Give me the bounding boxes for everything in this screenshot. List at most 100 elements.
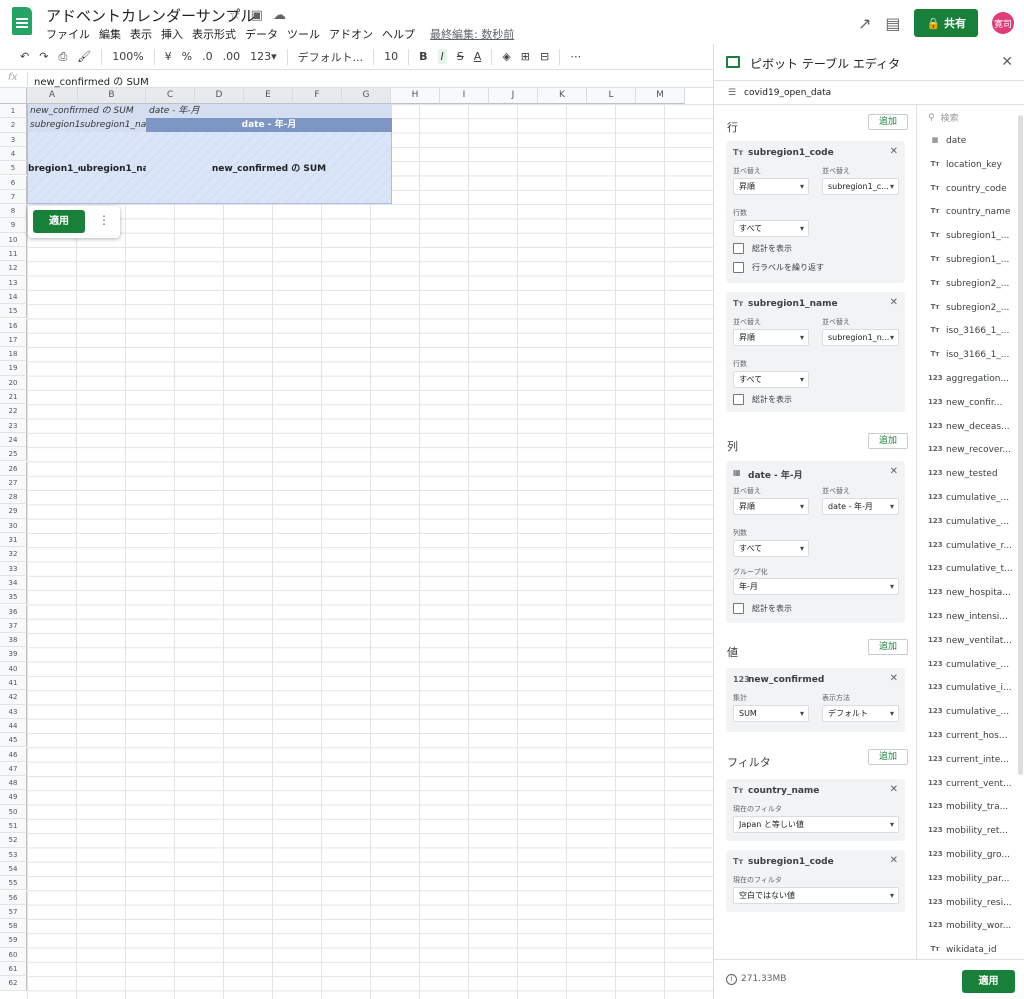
column-header[interactable]: I	[440, 88, 489, 104]
row-header[interactable]: 37	[0, 618, 27, 634]
field-item[interactable]: 123 mobility_resi...	[918, 893, 1018, 916]
bold-button[interactable]: B	[419, 50, 427, 63]
cloud-status-icon[interactable]: ☁	[273, 8, 286, 23]
group-select[interactable]: 年-月	[733, 578, 899, 595]
field-item[interactable]: 123 cumulative_...	[918, 488, 1018, 511]
row-header[interactable]: 33	[0, 561, 27, 576]
cell-area[interactable]	[27, 104, 713, 999]
field-item[interactable]: ▦ date	[918, 131, 1018, 154]
showas-select[interactable]: デフォルト	[822, 705, 899, 722]
field-item[interactable]: Tт location_key	[918, 155, 1018, 178]
percent-format-button[interactable]: %	[182, 50, 192, 63]
menu-edit[interactable]: 編集	[99, 26, 121, 42]
row-header[interactable]: 24	[0, 432, 27, 448]
row-header[interactable]: 49	[0, 790, 27, 805]
row-header[interactable]: 41	[0, 676, 27, 691]
row-header[interactable]: 40	[0, 661, 27, 676]
currency-format-button[interactable]: ¥	[165, 50, 172, 63]
remove-field-icon[interactable]: ✕	[890, 784, 898, 795]
field-item[interactable]: 123 mobility_tra...	[918, 797, 1018, 820]
cell-b2[interactable]: subregion1_name	[80, 118, 146, 132]
field-item[interactable]: Tт subregion2_...	[918, 298, 1018, 321]
more-vert-icon[interactable]: ⋮	[98, 213, 110, 227]
field-item[interactable]: Tт country_name	[918, 202, 1018, 225]
show-totals-checkbox[interactable]: 総計を表示	[733, 394, 792, 405]
cell-a1[interactable]: new_confirmed の SUM	[28, 104, 146, 118]
column-header[interactable]: K	[538, 88, 587, 104]
menu-data[interactable]: データ	[245, 26, 278, 42]
row-header[interactable]: 27	[0, 475, 27, 491]
field-item[interactable]: 123 new_tested	[918, 464, 1018, 487]
row-header[interactable]: 23	[0, 418, 27, 433]
print-icon[interactable]: ⎙	[58, 50, 67, 64]
row-header[interactable]: 60	[0, 947, 27, 962]
row-header[interactable]: 3	[0, 132, 27, 147]
row-header[interactable]: 54	[0, 861, 27, 877]
row-header[interactable]: 51	[0, 819, 27, 834]
row-header[interactable]: 35	[0, 590, 27, 605]
column-header[interactable]: B	[78, 88, 146, 104]
row-header[interactable]: 45	[0, 733, 27, 748]
decrease-decimal-button[interactable]: .0	[202, 50, 213, 63]
remove-field-icon[interactable]: ✕	[890, 855, 898, 866]
field-item[interactable]: 123 cumulative_i...	[918, 678, 1018, 701]
field-item[interactable]: Tт subregion2_...	[918, 274, 1018, 297]
row-header[interactable]: 21	[0, 390, 27, 405]
sortby-select[interactable]: date - 年-月	[822, 498, 899, 515]
remove-field-icon[interactable]: ✕	[890, 466, 898, 477]
select-all-corner[interactable]	[0, 88, 27, 104]
row-header[interactable]: 2	[0, 118, 27, 133]
field-item[interactable]: 123 new_recover...	[918, 440, 1018, 463]
row-header[interactable]: 5	[0, 161, 27, 176]
row-header[interactable]: 10	[0, 232, 27, 247]
field-item[interactable]: 123 current_hos...	[918, 726, 1018, 749]
row-header[interactable]: 56	[0, 890, 27, 905]
column-header[interactable]: C	[146, 88, 195, 104]
field-item[interactable]: 123 aggregation...	[918, 369, 1018, 392]
merge-cells-icon[interactable]: ⊟	[540, 50, 549, 63]
repeat-labels-checkbox[interactable]: 行ラベルを繰り返す	[733, 262, 824, 273]
explore-trend-icon[interactable]: ↗	[858, 14, 871, 33]
row-header[interactable]: 52	[0, 833, 27, 848]
sheets-logo-icon[interactable]	[12, 7, 32, 35]
column-header[interactable]: E	[244, 88, 293, 104]
sheet-grid[interactable]: ABCDEFGHIJKLM 1 2 3 4 5 6 7 8 9 10 11 12 13 14 15 16 17 1…	[0, 88, 713, 999]
row-header[interactable]: 43	[0, 704, 27, 719]
field-item[interactable]: 123 new_confir...	[918, 393, 1018, 416]
row-header[interactable]: 19	[0, 361, 27, 376]
font-family-select[interactable]: デフォルト...	[298, 49, 364, 65]
menu-format[interactable]: 表示形式	[192, 26, 236, 42]
field-search[interactable]: ⚲ 検索	[928, 111, 959, 125]
field-item[interactable]: 123 cumulative_t...	[918, 559, 1018, 582]
row-header[interactable]: 22	[0, 404, 27, 419]
row-header[interactable]: 9	[0, 218, 27, 233]
more-options-icon[interactable]: ⋯	[570, 50, 581, 63]
row-header[interactable]: 57	[0, 904, 27, 920]
row-header[interactable]: 4	[0, 146, 27, 162]
font-size-select[interactable]: 10	[384, 50, 398, 63]
column-header[interactable]: J	[489, 88, 538, 104]
borders-icon[interactable]: ⊞	[521, 50, 530, 63]
column-header[interactable]: G	[342, 88, 391, 104]
row-header[interactable]: 59	[0, 933, 27, 948]
row-header[interactable]: 8	[0, 204, 27, 219]
field-item[interactable]: 123 new_deceas...	[918, 417, 1018, 440]
row-header[interactable]: 11	[0, 247, 27, 262]
increase-decimal-button[interactable]: .00	[223, 50, 241, 63]
column-header[interactable]: F	[293, 88, 342, 104]
row-header[interactable]: 36	[0, 604, 27, 619]
row-header[interactable]: 17	[0, 332, 27, 348]
row-header[interactable]: 61	[0, 962, 27, 977]
field-item[interactable]: Tт country_code	[918, 179, 1018, 202]
row-header[interactable]: 13	[0, 275, 27, 290]
avatar[interactable]: 寛司	[992, 12, 1014, 34]
row-header[interactable]: 55	[0, 876, 27, 891]
show-totals-checkbox[interactable]: 総計を表示	[733, 603, 792, 614]
show-totals-checkbox[interactable]: 総計を表示	[733, 243, 792, 254]
row-count-select[interactable]: すべて	[733, 371, 809, 388]
row-header[interactable]: 48	[0, 776, 27, 791]
row-header[interactable]: 25	[0, 447, 27, 462]
cell-b5[interactable]: ubregion1_name	[80, 162, 146, 176]
row-header[interactable]: 29	[0, 504, 27, 519]
field-item[interactable]: 123 mobility_ret...	[918, 821, 1018, 844]
